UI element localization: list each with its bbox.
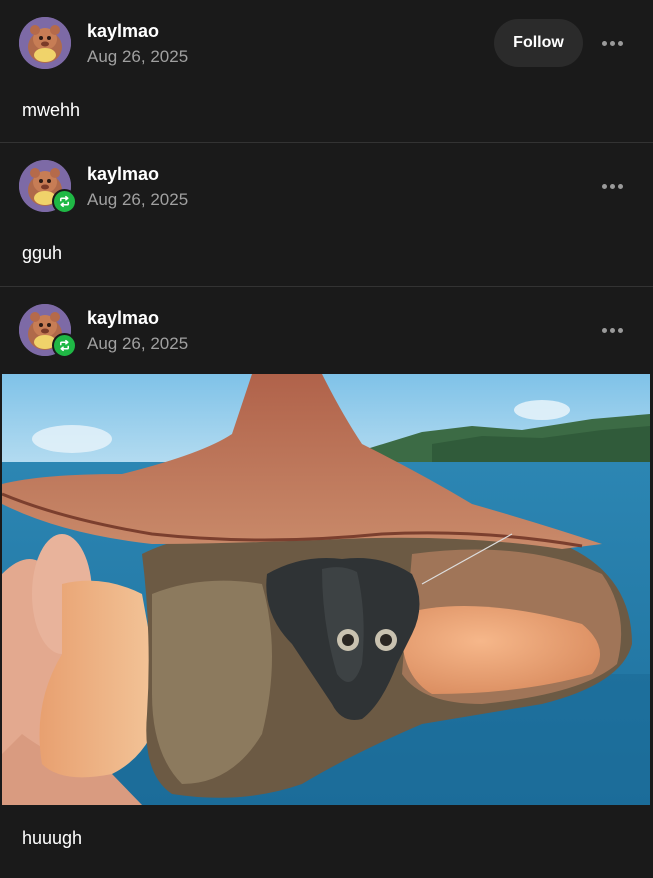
more-horizontal-icon [609, 327, 615, 333]
post-header: kaylmao Aug 26, 2025 [0, 287, 653, 374]
follow-button[interactable]: Follow [494, 19, 583, 67]
post-header: kaylmao Aug 26, 2025 [0, 143, 653, 230]
post: kaylmao Aug 26, 2025 Follow mwehh [0, 0, 653, 143]
post-body-text: huuugh [22, 828, 83, 848]
reblog-icon [59, 195, 70, 208]
post-body-text: mwehh [22, 100, 81, 120]
reblog-badge [52, 333, 77, 358]
more-options-button[interactable] [596, 318, 628, 342]
avatar-image [19, 17, 71, 69]
post-feed: kaylmao Aug 26, 2025 Follow mwehh kaylma… [0, 0, 653, 878]
more-options-button[interactable] [596, 174, 628, 198]
more-options-button[interactable] [596, 31, 628, 55]
post-date[interactable]: Aug 26, 2025 [87, 334, 188, 354]
more-horizontal-icon [601, 40, 607, 46]
post: kaylmao Aug 26, 2025 huuugh [0, 287, 653, 877]
post-date[interactable]: Aug 26, 2025 [87, 47, 188, 67]
more-horizontal-icon [601, 327, 607, 333]
post: kaylmao Aug 26, 2025 gguh [0, 143, 653, 287]
more-horizontal-icon [601, 183, 607, 189]
more-horizontal-icon [617, 40, 623, 46]
username[interactable]: kaylmao [87, 308, 159, 329]
reblog-icon [59, 339, 70, 352]
post-body-text: gguh [22, 243, 63, 263]
post-header: kaylmao Aug 26, 2025 Follow [0, 0, 653, 87]
avatar[interactable] [19, 17, 71, 69]
username[interactable]: kaylmao [87, 21, 159, 42]
more-horizontal-icon [609, 183, 615, 189]
post-image[interactable] [2, 374, 650, 805]
username[interactable]: kaylmao [87, 164, 159, 185]
conch-photo [2, 374, 650, 805]
more-horizontal-icon [617, 183, 623, 189]
reblog-badge [52, 189, 77, 214]
more-horizontal-icon [609, 40, 615, 46]
more-horizontal-icon [617, 327, 623, 333]
post-date[interactable]: Aug 26, 2025 [87, 190, 188, 210]
